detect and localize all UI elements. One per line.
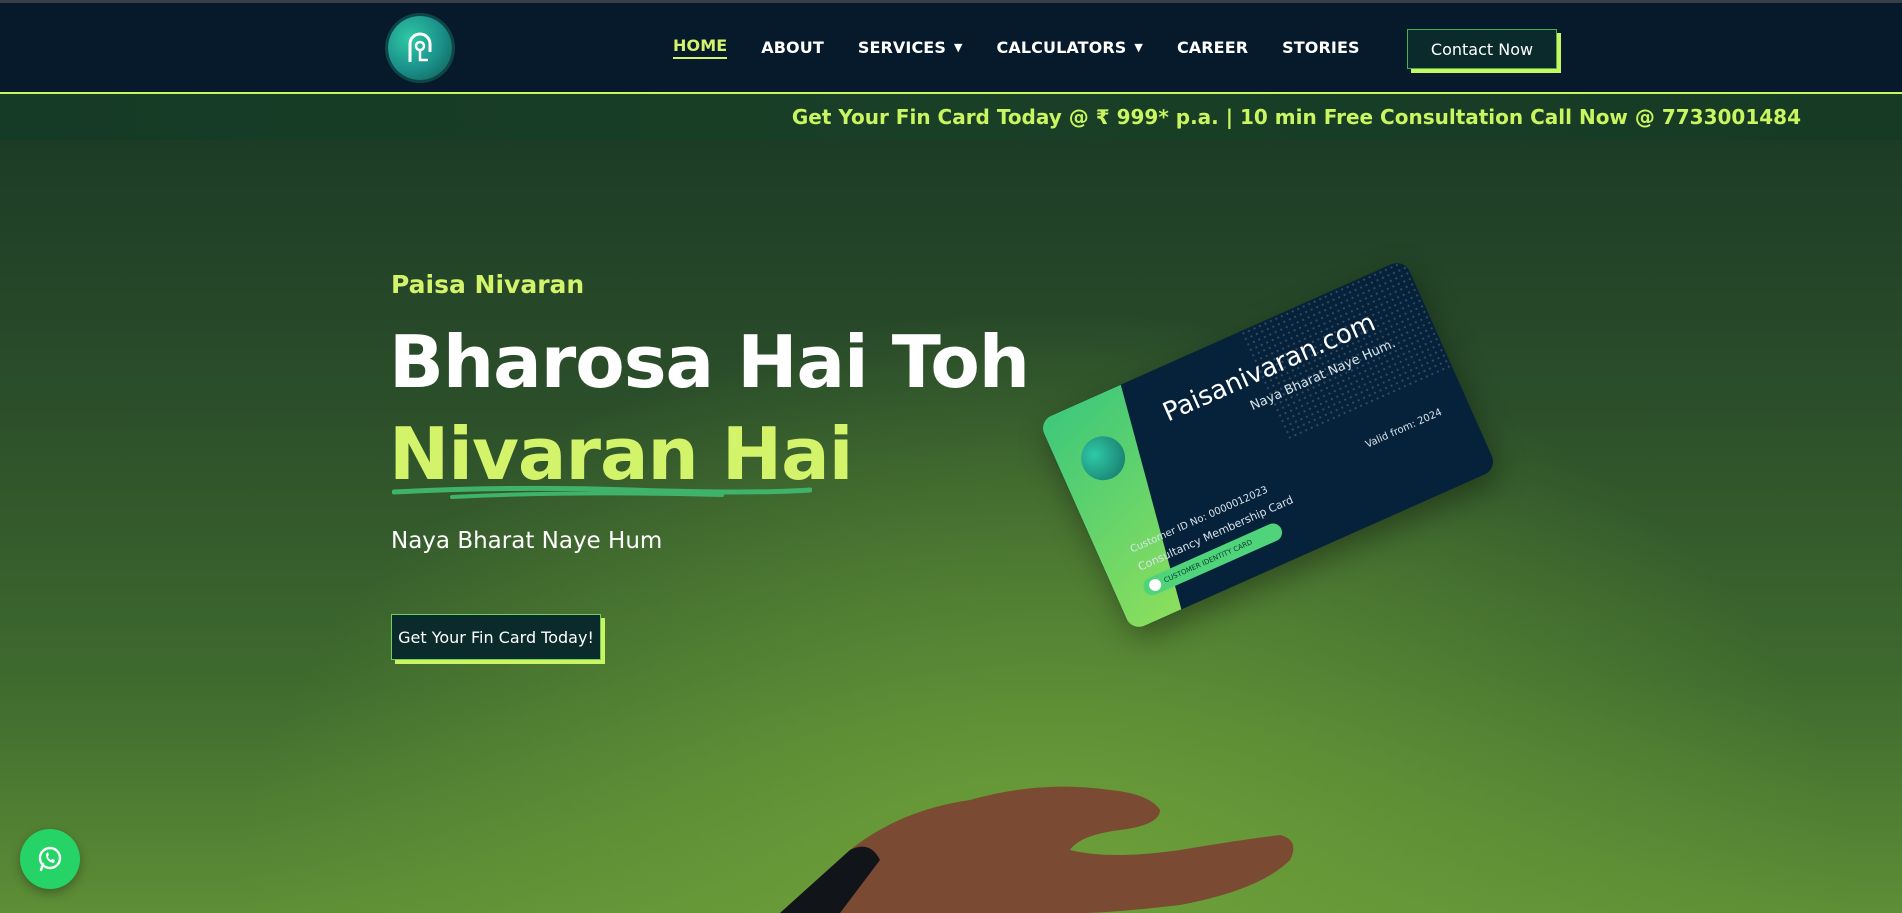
nav-label: CAREER — [1176, 38, 1249, 57]
nav-item-stories[interactable]: STORIES — [1282, 38, 1359, 57]
membership-card: Paisanivaran.com Naya Bharat Naye Hum. V… — [1038, 258, 1498, 632]
card-green-stripe — [1039, 385, 1215, 632]
caret-down-icon: ▼ — [1134, 41, 1143, 54]
nav-label: SERVICES — [857, 38, 946, 57]
user-icon — [1147, 577, 1164, 593]
get-fin-card-button[interactable]: Get Your Fin Card Today! — [391, 614, 601, 660]
nav-label: STORIES — [1282, 38, 1360, 57]
nav-item-services[interactable]: SERVICES ▼ — [858, 38, 963, 57]
hero-headline-line1: Bharosa Hai Toh — [389, 320, 1030, 404]
nav-label: CALCULATORS — [996, 38, 1127, 57]
house-key-logo-icon — [408, 32, 432, 62]
fin-card-image: Paisanivaran.com Naya Bharat Naye Hum. V… — [1038, 258, 1498, 632]
nav-label: ABOUT — [761, 38, 824, 57]
hero-tagline: Naya Bharat Naye Hum — [391, 528, 663, 554]
announcement-ticker: Get Your Fin Card Today @ ₹ 999* p.a. | … — [0, 94, 1902, 140]
nav-item-home[interactable]: HOME — [673, 36, 728, 59]
card-valid-from: Valid from: 2024 — [1363, 407, 1444, 451]
contact-now-button[interactable]: Contact Now — [1407, 29, 1557, 69]
headline-underline-decoration — [392, 485, 812, 499]
main-nav: HOME ABOUT SERVICES ▼ CALCULATORS ▼ CARE… — [673, 3, 1394, 92]
navbar: HOME ABOUT SERVICES ▼ CALCULATORS ▼ CARE… — [0, 3, 1902, 94]
hero-eyebrow: Paisa Nivaran — [391, 270, 585, 299]
hero-section: Paisa Nivaran Bharosa Hai Toh Nivaran Ha… — [0, 140, 1902, 913]
nav-item-calculators[interactable]: CALCULATORS ▼ — [997, 38, 1143, 57]
logo[interactable] — [388, 16, 452, 80]
nav-label: HOME — [673, 36, 728, 59]
nav-item-about[interactable]: ABOUT — [761, 38, 824, 57]
whatsapp-icon — [38, 846, 62, 872]
caret-down-icon: ▼ — [953, 41, 963, 54]
open-hand-image — [780, 786, 1294, 913]
ticker-text: Get Your Fin Card Today @ ₹ 999* p.a. | … — [791, 105, 1801, 129]
nav-item-career[interactable]: CAREER — [1177, 38, 1248, 57]
whatsapp-chat-button[interactable] — [20, 829, 80, 889]
